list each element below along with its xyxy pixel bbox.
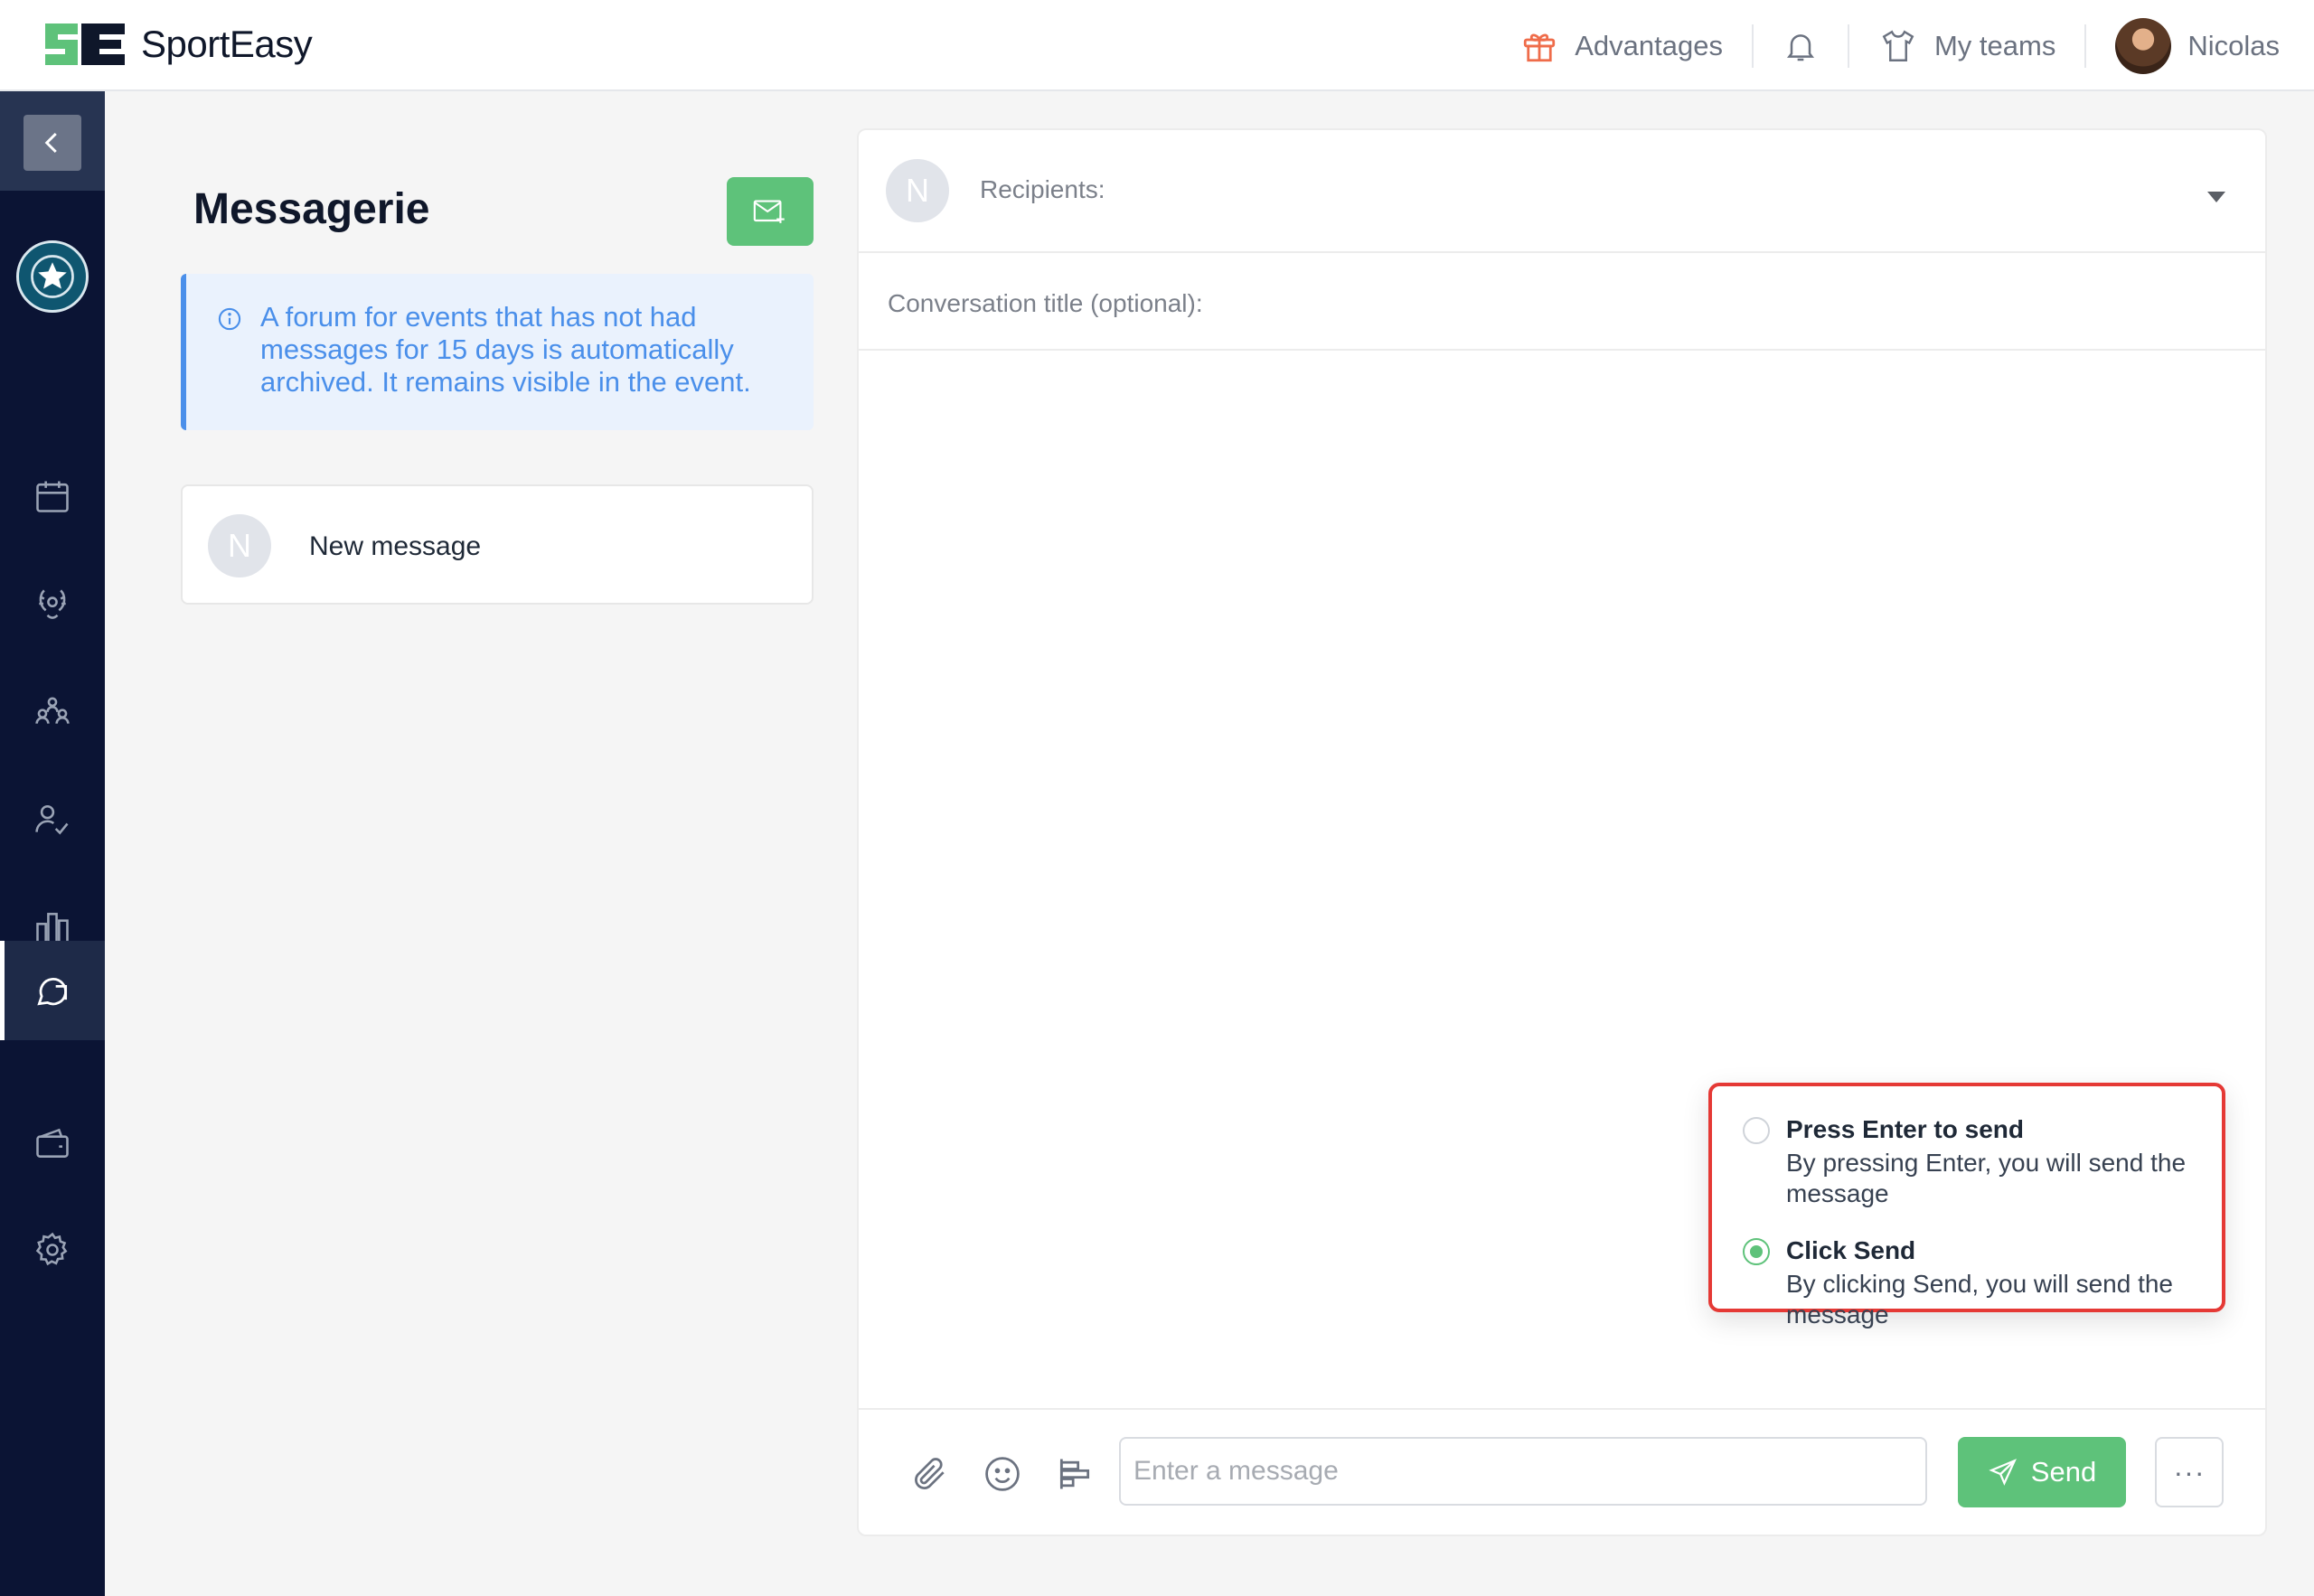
recipients-field[interactable]: N Recipients: — [859, 130, 2265, 253]
send-option-description: By clicking Send, you will send the mess… — [1786, 1270, 2173, 1328]
sidebar-item-attendance[interactable] — [0, 769, 105, 868]
send-option-description: By pressing Enter, you will send the mes… — [1786, 1149, 2187, 1207]
sidebar-item-competitions[interactable] — [0, 554, 105, 653]
conversation-item[interactable]: N New message — [181, 484, 814, 605]
divider — [1847, 23, 1849, 68]
sidebar-item-messages[interactable] — [0, 941, 105, 1040]
my-teams-link[interactable]: My teams — [1878, 27, 2055, 65]
user-menu[interactable]: Nicolas — [2115, 17, 2280, 74]
send-option-title: Press Enter to send — [1786, 1115, 2024, 1143]
calendar-icon — [36, 481, 69, 512]
sidebar-item-finances[interactable] — [0, 1094, 105, 1193]
radio-click-send[interactable] — [1743, 1238, 1770, 1265]
divider — [2084, 23, 2087, 68]
tshirt-icon — [1882, 30, 1914, 61]
more-options-button[interactable]: ··· — [2155, 1437, 2224, 1507]
conversation-label: New message — [309, 531, 482, 561]
team-members-icon — [35, 697, 70, 724]
emoji-button[interactable] — [978, 1450, 1027, 1498]
page-title: Messagerie — [193, 185, 430, 233]
olympiens-club-logo[interactable] — [16, 240, 89, 313]
user-avatar — [2115, 17, 2172, 74]
sidebar-item-settings[interactable] — [0, 1200, 105, 1300]
attendance-check-icon — [35, 804, 69, 835]
poll-bars-icon — [1059, 1459, 1090, 1489]
conversation-title-label: Conversation title (optional): — [888, 289, 1203, 317]
chat-panel: N Recipients: Conversation title (option… — [857, 128, 2267, 1536]
advantages-label: Advantages — [1575, 29, 1723, 61]
conversation-title-field[interactable]: Conversation title (optional): — [859, 253, 2265, 351]
bell-icon — [1786, 33, 1814, 61]
info-icon — [218, 307, 241, 331]
laurel-trophy-icon — [39, 589, 66, 619]
paperclip-icon — [915, 1458, 945, 1489]
divider — [1751, 23, 1754, 68]
advantages-link[interactable]: Advantages — [1520, 27, 1723, 65]
user-name: Nicolas — [2187, 29, 2280, 61]
radio-press-enter[interactable] — [1743, 1117, 1770, 1144]
caret-down-icon[interactable] — [2207, 192, 2225, 202]
archive-info-alert: A forum for events that has not had mess… — [181, 274, 814, 430]
sidebar-item-team[interactable] — [0, 661, 105, 760]
new-message-button[interactable] — [727, 177, 814, 246]
chevron-left-icon — [44, 132, 57, 154]
recipient-avatar: N — [886, 159, 949, 222]
conversation-avatar: N — [208, 514, 271, 577]
notifications-button[interactable] — [1783, 27, 1819, 65]
message-input[interactable] — [1119, 1437, 1927, 1506]
send-mode-popover: Press Enter to send By pressing Enter, y… — [1708, 1083, 2225, 1328]
send-option-title: Click Send — [1786, 1236, 1916, 1264]
sidebar — [0, 91, 105, 1596]
settings-gear-icon — [35, 1232, 68, 1266]
archive-info-text: A forum for events that has not had mess… — [260, 301, 751, 398]
poll-button[interactable] — [1050, 1450, 1099, 1498]
more-dots-icon: ··· — [2173, 1455, 2206, 1488]
wallet-icon — [36, 1128, 69, 1158]
smiley-icon — [985, 1457, 1020, 1491]
sidebar-header — [0, 91, 105, 191]
paper-plane-icon — [1989, 1459, 2017, 1486]
collapse-sidebar-button[interactable] — [24, 115, 81, 171]
sidebar-item-calendar[interactable] — [0, 446, 105, 546]
brand-name: SportEasy — [141, 23, 313, 65]
send-button[interactable]: Send — [1958, 1437, 2126, 1507]
gift-icon — [1524, 33, 1556, 61]
send-button-label: Send — [2030, 1456, 2097, 1488]
messages-icon — [37, 978, 68, 1006]
top-bar: SportEasy Advantages My teams Nicolas — [0, 0, 2314, 91]
club-star-icon — [31, 255, 74, 298]
my-teams-label: My teams — [1933, 29, 2056, 61]
sporteasy-logo-icon — [45, 23, 125, 65]
message-composer: Send ··· — [859, 1408, 2265, 1538]
brand-logo[interactable]: SportEasy — [42, 20, 313, 69]
recipients-label: Recipients: — [980, 175, 1105, 203]
new-mail-icon — [753, 200, 785, 223]
attach-button[interactable] — [906, 1450, 955, 1498]
